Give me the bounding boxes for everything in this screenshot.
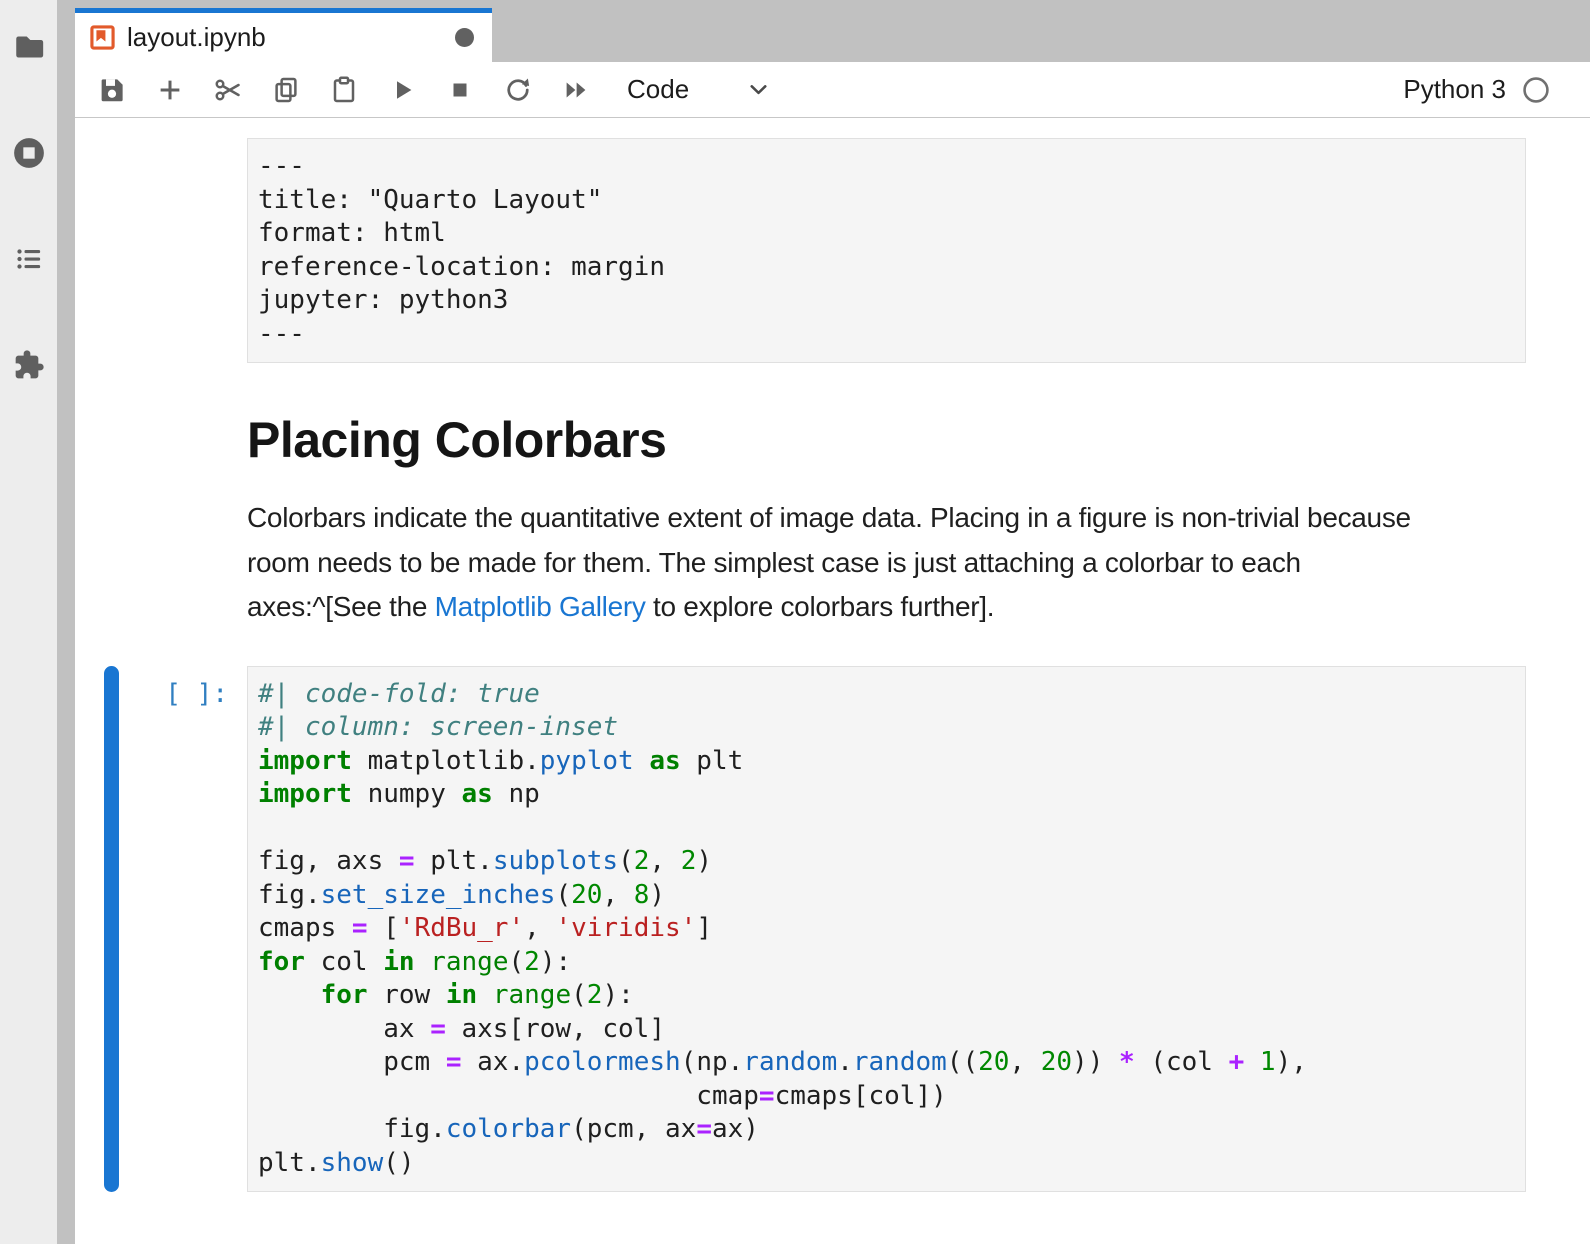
activity-sidebar: [0, 0, 57, 1244]
run-cell-button[interactable]: [387, 75, 417, 105]
cut-cells-button[interactable]: [213, 75, 243, 105]
copy-icon: [271, 75, 301, 105]
paragraph-line: room needs to be made for them. The simp…: [247, 541, 1526, 586]
kernel-name[interactable]: Python 3: [1403, 74, 1506, 105]
markdown-paragraph: Colorbars indicate the quantitative exte…: [247, 496, 1526, 630]
run-icon: [387, 75, 417, 105]
unsaved-changes-dot[interactable]: [455, 28, 474, 47]
paste-icon: [329, 75, 359, 105]
notebook-scroll-area: ---title: "Quarto Layout"format: htmlref…: [75, 118, 1590, 1244]
sidebar-item-running-kernels[interactable]: [11, 135, 47, 171]
tab-layout-ipynb[interactable]: layout.ipynb: [75, 8, 492, 62]
fast-forward-icon: [561, 75, 591, 105]
sidebar-item-table-of-contents[interactable]: [11, 241, 47, 277]
restart-kernel-button[interactable]: [503, 75, 533, 105]
stop-icon: [445, 75, 475, 105]
puzzle-icon: [13, 349, 45, 381]
code-cell: [ ]: #| code-fold: true#| column: screen…: [75, 666, 1590, 1193]
chevron-down-icon: [745, 76, 772, 103]
run-all-cells-button[interactable]: [561, 75, 591, 105]
markdown-cell[interactable]: Placing Colorbars Colorbars indicate the…: [247, 410, 1526, 630]
interrupt-kernel-button[interactable]: [445, 75, 475, 105]
raw-cell-editor[interactable]: ---title: "Quarto Layout"format: htmlref…: [247, 138, 1526, 363]
notebook-file-icon: [89, 24, 116, 51]
restart-icon: [503, 75, 533, 105]
sidebar-item-extensions[interactable]: [11, 347, 47, 383]
notebook-toolbar: Code Python 3: [75, 62, 1590, 118]
jupyterlab-window: layout.ipynb: [0, 0, 1590, 1244]
plus-icon: [155, 75, 185, 105]
sidebar-splitter[interactable]: [57, 0, 75, 1244]
cell-type-dropdown[interactable]: Code: [627, 74, 772, 105]
paragraph-line: axes:^[See the Matplotlib Gallery to exp…: [247, 585, 1526, 630]
copy-cells-button[interactable]: [271, 75, 301, 105]
cell-input-prompt: [ ]:: [75, 678, 228, 712]
tab-title: layout.ipynb: [127, 22, 455, 53]
code-cell-editor[interactable]: #| code-fold: true#| column: screen-inse…: [247, 666, 1526, 1193]
save-icon: [97, 75, 127, 105]
sidebar-item-file-browser[interactable]: [11, 29, 47, 65]
main-panel: layout.ipynb: [75, 0, 1590, 1244]
active-cell-collapser[interactable]: [104, 666, 119, 1193]
kernel-status-icon: [1522, 76, 1550, 104]
raw-cell: ---title: "Quarto Layout"format: htmlref…: [247, 138, 1526, 363]
cell-type-value: Code: [627, 74, 689, 105]
stop-circle-icon: [12, 136, 46, 170]
insert-cell-button[interactable]: [155, 75, 185, 105]
folder-icon: [12, 30, 46, 64]
markdown-heading: Placing Colorbars: [247, 410, 1526, 470]
tab-bar: layout.ipynb: [75, 0, 1590, 62]
matplotlib-gallery-link[interactable]: Matplotlib Gallery: [435, 591, 646, 622]
save-button[interactable]: [97, 75, 127, 105]
paste-cells-button[interactable]: [329, 75, 359, 105]
paragraph-line: Colorbars indicate the quantitative exte…: [247, 496, 1526, 541]
list-icon: [14, 244, 44, 274]
cut-icon: [213, 75, 243, 105]
